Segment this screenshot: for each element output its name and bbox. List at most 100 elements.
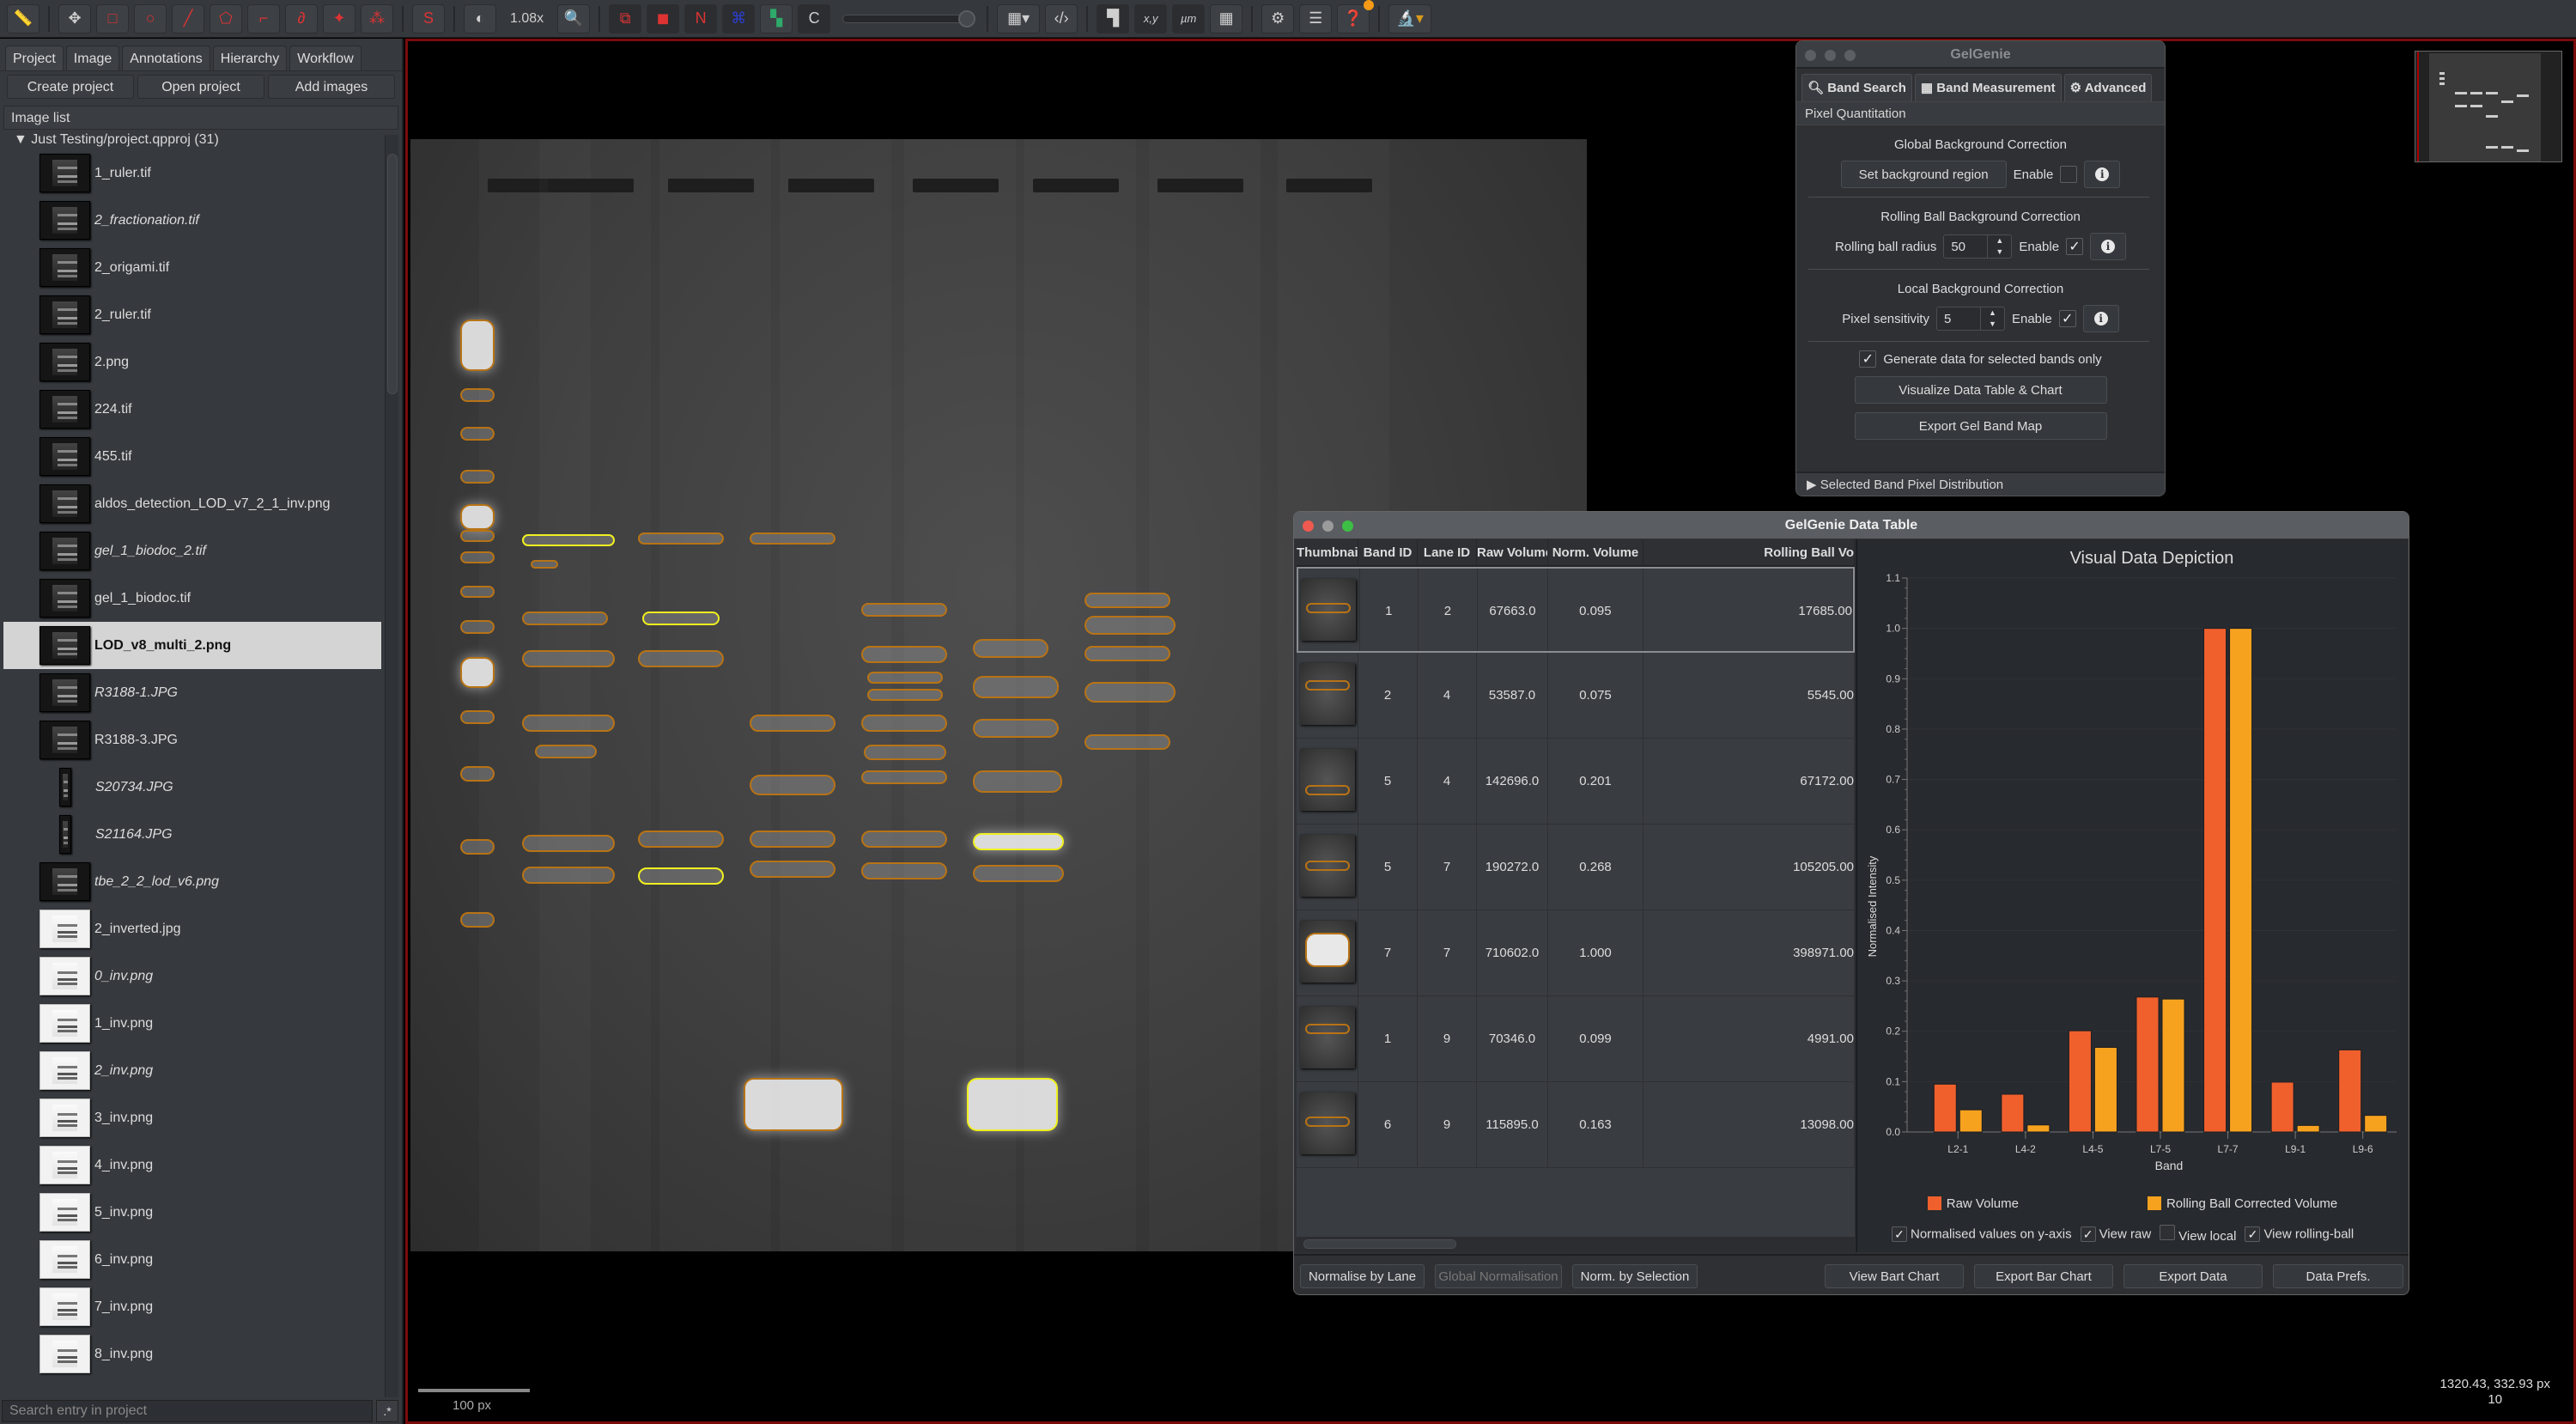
- image-list-item[interactable]: 7_inv.png: [3, 1283, 381, 1330]
- image-list-item[interactable]: 4_inv.png: [3, 1141, 381, 1189]
- band-annotation[interactable]: [1084, 616, 1176, 635]
- image-list-item[interactable]: 2.png: [3, 338, 381, 386]
- selected-band-annotation[interactable]: [522, 534, 615, 546]
- measurement-menu-button[interactable]: 🔬▾: [1388, 3, 1432, 33]
- selection-mode-button[interactable]: S: [412, 3, 445, 33]
- slider-knob[interactable]: [958, 9, 976, 27]
- rolling-radius-value[interactable]: 50: [1944, 240, 1987, 254]
- spinner-up-icon[interactable]: ▲: [1981, 307, 2004, 319]
- view-local-checkbox[interactable]: [2160, 1225, 2176, 1240]
- image-list-item[interactable]: 2_ruler.tif: [3, 291, 381, 338]
- spinner-up-icon[interactable]: ▲: [1988, 235, 2011, 246]
- normalise-by-lane-button[interactable]: Normalise by Lane: [1300, 1264, 1425, 1288]
- image-list-item[interactable]: 5_inv.png: [3, 1189, 381, 1236]
- band-annotation[interactable]: [861, 646, 947, 663]
- scripting-button[interactable]: ‹/›: [1045, 3, 1078, 33]
- image-list-item[interactable]: 1_inv.png: [3, 1000, 381, 1047]
- table-row[interactable]: 5 7 190272.0 0.268 105205.00: [1297, 825, 1855, 910]
- column-header-raw-volume[interactable]: Raw Volume: [1477, 539, 1548, 565]
- column-header-rolling-ball[interactable]: Rolling Ball Vo: [1643, 539, 1855, 565]
- band-annotation[interactable]: [973, 770, 1062, 793]
- band-annotation[interactable]: [460, 620, 495, 634]
- table-row[interactable]: 1 2 67663.0 0.095 17685.00: [1297, 567, 1855, 653]
- band-annotation[interactable]: [460, 710, 495, 724]
- selected-band-annotation[interactable]: [638, 867, 724, 885]
- close-window-button[interactable]: [1805, 50, 1816, 61]
- image-list-item[interactable]: 2_inverted.jpg: [3, 905, 381, 952]
- scalebar-button[interactable]: µm: [1172, 3, 1206, 33]
- tab-project[interactable]: Project: [5, 46, 64, 70]
- data-table-titlebar[interactable]: GelGenie Data Table: [1294, 512, 2409, 539]
- column-header-lane-id[interactable]: Lane ID: [1418, 539, 1477, 565]
- band-annotation[interactable]: [460, 766, 495, 782]
- image-list-item[interactable]: tbe_2_2_lod_v6.png: [3, 858, 381, 905]
- band-annotation[interactable]: [864, 745, 946, 760]
- export-bar-chart-button[interactable]: Export Bar Chart: [1974, 1264, 2113, 1288]
- selected-band-pixel-distribution[interactable]: ▶ Selected Band Pixel Distribution: [1796, 472, 2165, 496]
- set-background-region-button[interactable]: Set background region: [1840, 161, 2007, 188]
- fill-annotations-button[interactable]: ◼: [647, 3, 680, 33]
- band-annotation[interactable]: [1084, 646, 1170, 661]
- table-row[interactable]: 6 9 115895.0 0.163 13098.00: [1297, 1082, 1855, 1168]
- image-list-item[interactable]: 3_inv.png: [3, 1094, 381, 1141]
- band-annotation[interactable]: [750, 715, 835, 732]
- open-project-button[interactable]: Open project: [137, 75, 264, 99]
- pixel-sensitivity-spinner[interactable]: 5 ▲ ▼: [1935, 307, 2005, 331]
- norm-by-selection-button[interactable]: Norm. by Selection: [1572, 1264, 1698, 1288]
- project-root[interactable]: ▼ Just Testing/project.qpproj (31): [3, 131, 381, 149]
- band-annotation[interactable]: [460, 319, 495, 371]
- move-tool-button[interactable]: ✥: [58, 3, 91, 33]
- close-window-button[interactable]: [1303, 520, 1314, 532]
- minimize-window-button[interactable]: [1322, 520, 1334, 532]
- table-row[interactable]: 2 4 53587.0 0.075 5545.00: [1297, 653, 1855, 739]
- image-list-item[interactable]: 2_fractionation.tif: [3, 197, 381, 244]
- band-annotation[interactable]: [1084, 593, 1170, 608]
- visualize-data-button[interactable]: Visualize Data Table & Chart: [1854, 376, 2107, 404]
- help-button[interactable]: ❓: [1337, 0, 1375, 33]
- column-header-norm-volume[interactable]: Norm. Volume: [1548, 539, 1643, 565]
- global-info-button[interactable]: i: [2084, 161, 2121, 188]
- column-header-band-id[interactable]: Band ID: [1358, 539, 1418, 565]
- line-tool-button[interactable]: ╱: [172, 3, 204, 33]
- polyline-tool-button[interactable]: ⌐: [247, 3, 280, 33]
- image-list-item[interactable]: 0_inv.png: [3, 952, 381, 1000]
- maximize-window-button[interactable]: [1844, 50, 1856, 61]
- search-input[interactable]: Search entry in project: [2, 1400, 373, 1422]
- image-list-item[interactable]: 2_origami.tif: [3, 244, 381, 291]
- selected-band-annotation[interactable]: [967, 1078, 1058, 1131]
- local-info-button[interactable]: i: [2082, 305, 2119, 332]
- preferences-button[interactable]: ⚙: [1261, 3, 1295, 33]
- image-list-item[interactable]: S21164.JPG: [3, 811, 381, 858]
- pixel-grid-button[interactable]: ▦: [1210, 3, 1243, 33]
- maximize-window-button[interactable]: [1342, 520, 1353, 532]
- band-annotation[interactable]: [861, 603, 947, 617]
- opacity-slider[interactable]: [842, 9, 976, 27]
- band-annotation[interactable]: [750, 861, 835, 878]
- regex-toggle[interactable]: .*: [376, 1400, 398, 1422]
- selected-bands-only-checkbox[interactable]: ✓: [1859, 350, 1877, 368]
- band-annotation[interactable]: [638, 650, 724, 667]
- image-list-item[interactable]: gel_1_biodoc_2.tif: [3, 527, 381, 575]
- ellipse-tool-button[interactable]: ○: [134, 3, 167, 33]
- band-annotation[interactable]: [522, 650, 615, 667]
- rolling-enable-checkbox[interactable]: ✓: [2066, 238, 2084, 255]
- tab-image[interactable]: Image: [65, 46, 120, 70]
- tab-hierarchy[interactable]: Hierarchy: [212, 46, 288, 70]
- gelgenie-titlebar[interactable]: GelGenie: [1796, 41, 2165, 69]
- spinner-down-icon[interactable]: ▼: [1988, 246, 2011, 258]
- table-horizontal-scrollbar[interactable]: [1297, 1237, 1855, 1252]
- band-annotation[interactable]: [460, 551, 495, 563]
- band-annotation[interactable]: [460, 504, 495, 530]
- view-raw-checkbox[interactable]: ✓: [2080, 1226, 2096, 1242]
- pixel-sensitivity-value[interactable]: 5: [1937, 312, 1980, 326]
- band-annotation[interactable]: [535, 745, 597, 758]
- rolling-radius-spinner[interactable]: 50 ▲ ▼: [1943, 234, 2013, 259]
- band-annotation[interactable]: [867, 689, 943, 701]
- log-button[interactable]: ☰: [1299, 3, 1333, 33]
- band-annotation[interactable]: [861, 770, 947, 784]
- brush-tool-button[interactable]: ∂: [285, 3, 318, 33]
- band-annotation[interactable]: [460, 388, 495, 402]
- selected-band-annotation[interactable]: [973, 833, 1064, 850]
- spinner-down-icon[interactable]: ▼: [1981, 319, 2004, 330]
- rectangle-tool-button[interactable]: □: [96, 3, 129, 33]
